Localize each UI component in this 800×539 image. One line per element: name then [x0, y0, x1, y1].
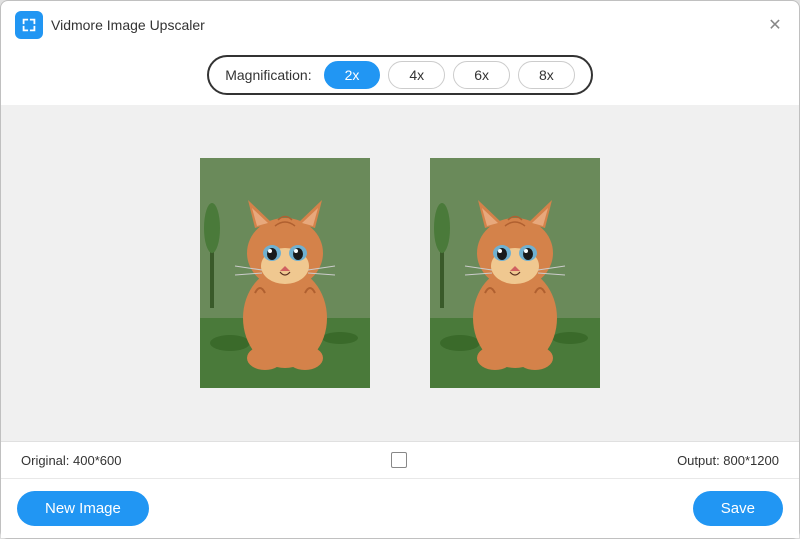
mag-button-2x[interactable]: 2x	[324, 61, 381, 89]
title-bar: Vidmore Image Upscaler ✕	[1, 1, 799, 47]
output-size-label: Output: 800*1200	[677, 453, 779, 468]
new-image-button[interactable]: New Image	[17, 491, 149, 526]
preview-area	[1, 105, 799, 441]
app-window: Vidmore Image Upscaler ✕ Magnification: …	[0, 0, 800, 539]
save-button[interactable]: Save	[693, 491, 783, 526]
magnification-container: Magnification: 2x 4x 6x 8x	[207, 55, 593, 95]
original-kitten-svg	[200, 158, 370, 388]
original-image	[200, 158, 370, 388]
title-left: Vidmore Image Upscaler	[15, 11, 205, 39]
original-image-container	[200, 158, 370, 388]
upscale-icon	[20, 16, 38, 34]
magnification-bar: Magnification: 2x 4x 6x 8x	[1, 47, 799, 105]
mag-button-6x[interactable]: 6x	[453, 61, 510, 89]
mag-button-8x[interactable]: 8x	[518, 61, 575, 89]
magnification-label: Magnification:	[225, 67, 311, 83]
output-image-container	[430, 158, 600, 388]
status-bar: Original: 400*600 Output: 800*1200	[1, 441, 799, 478]
app-title: Vidmore Image Upscaler	[51, 17, 205, 33]
output-kitten-svg	[430, 158, 600, 388]
app-icon	[15, 11, 43, 39]
output-image	[430, 158, 600, 388]
compare-checkbox[interactable]	[391, 452, 407, 468]
close-button[interactable]: ✕	[765, 15, 785, 35]
original-size-label: Original: 400*600	[21, 453, 121, 468]
bottom-bar: New Image Save	[1, 478, 799, 538]
mag-button-4x[interactable]: 4x	[388, 61, 445, 89]
